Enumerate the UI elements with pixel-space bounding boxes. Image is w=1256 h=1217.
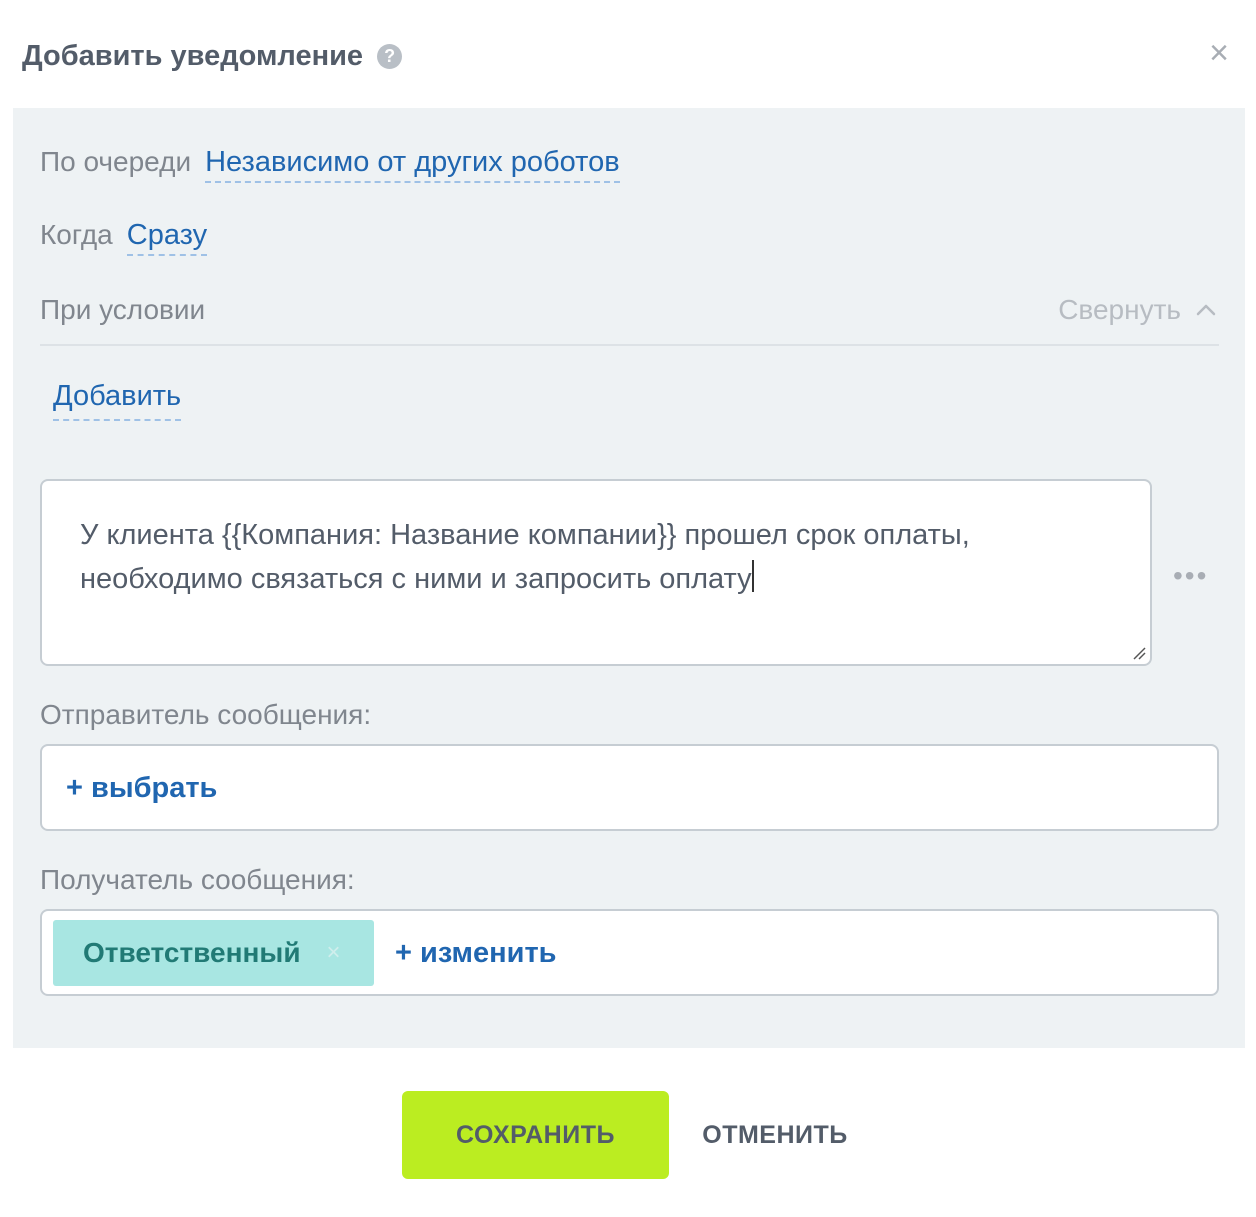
tag-close-icon[interactable]: × — [327, 939, 341, 967]
dialog-title: Добавить уведомление — [22, 39, 364, 72]
add-condition-link[interactable]: Добавить — [53, 380, 182, 421]
sender-label: Отправитель сообщения: — [40, 699, 372, 730]
sender-field[interactable]: + выбрать — [40, 744, 1219, 831]
recipient-tag: Ответственный × — [53, 920, 374, 986]
queue-row: По очереди Независимо от других роботов — [40, 146, 620, 183]
message-text: У клиента {{Компания: Название компании}… — [80, 519, 970, 595]
queue-mode-link[interactable]: Независимо от других роботов — [205, 146, 620, 183]
close-icon[interactable]: × — [1204, 36, 1234, 70]
more-icon[interactable]: ••• — [1173, 560, 1208, 592]
resize-icon[interactable] — [1132, 646, 1146, 660]
change-recipient-link[interactable]: + изменить — [395, 937, 556, 970]
recipient-field[interactable]: Ответственный × + изменить — [40, 909, 1219, 996]
dialog-header: Добавить уведомление ? — [22, 36, 403, 76]
when-link[interactable]: Сразу — [126, 219, 208, 256]
help-icon[interactable]: ? — [377, 43, 403, 69]
cancel-button[interactable]: ОТМЕНИТЬ — [680, 1091, 870, 1179]
text-cursor — [751, 560, 754, 592]
condition-label: При условии — [40, 294, 206, 325]
chevron-up-icon — [1196, 304, 1216, 316]
select-sender-link[interactable]: + выбрать — [66, 772, 217, 805]
when-row: Когда Сразу — [40, 219, 208, 256]
message-textarea[interactable]: У клиента {{Компания: Название компании}… — [40, 479, 1152, 666]
when-label: Когда — [40, 219, 113, 250]
condition-row: При условии Свернуть — [40, 294, 1219, 346]
settings-panel: По очереди Независимо от других роботов … — [13, 108, 1245, 1048]
collapse-label: Свернуть — [1058, 294, 1181, 325]
save-button[interactable]: СОХРАНИТЬ — [402, 1091, 669, 1179]
recipient-label: Получатель сообщения: — [40, 864, 355, 895]
queue-label: По очереди — [40, 146, 192, 177]
collapse-button[interactable]: Свернуть — [1058, 294, 1217, 326]
recipient-tag-label: Ответственный — [83, 937, 301, 968]
add-notification-dialog: Добавить уведомление ? × По очереди Неза… — [0, 0, 1256, 1217]
